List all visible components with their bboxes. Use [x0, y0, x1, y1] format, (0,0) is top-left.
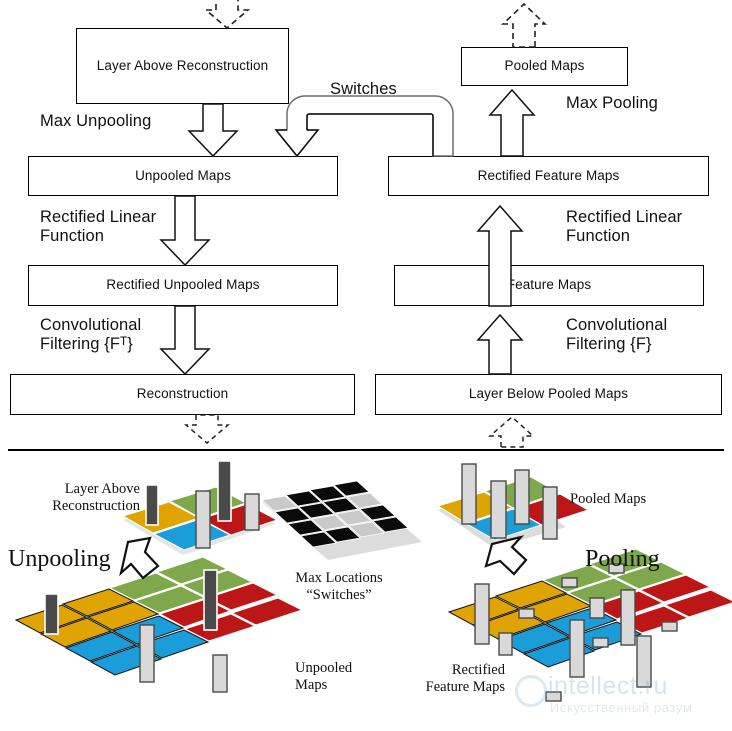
watermark-logo-icon — [515, 675, 547, 707]
label-illus-pooled-maps: Pooled Maps — [570, 491, 647, 507]
label-illus-unpooled-maps: Unpooled Maps — [295, 660, 353, 694]
label-illus-rectified-feature-maps: Rectified Feature Maps — [425, 662, 505, 696]
grid-unpooled-maps — [14, 556, 304, 693]
grid-pooled-maps — [436, 463, 590, 548]
label-illus-layer-above-reconstruction: Layer Above Reconstruction — [52, 481, 140, 515]
label-illus-pooling: Pooling — [585, 546, 660, 572]
grid-max-locations-switches — [261, 480, 422, 560]
illustration-layer — [14, 460, 732, 702]
diagram-canvas: Layer Above Reconstruction Unpooled Maps… — [0, 0, 732, 731]
label-illus-max-locations-switches: Max Locations “Switches” — [295, 570, 383, 604]
label-illus-unpooling: Unpooling — [8, 546, 111, 572]
